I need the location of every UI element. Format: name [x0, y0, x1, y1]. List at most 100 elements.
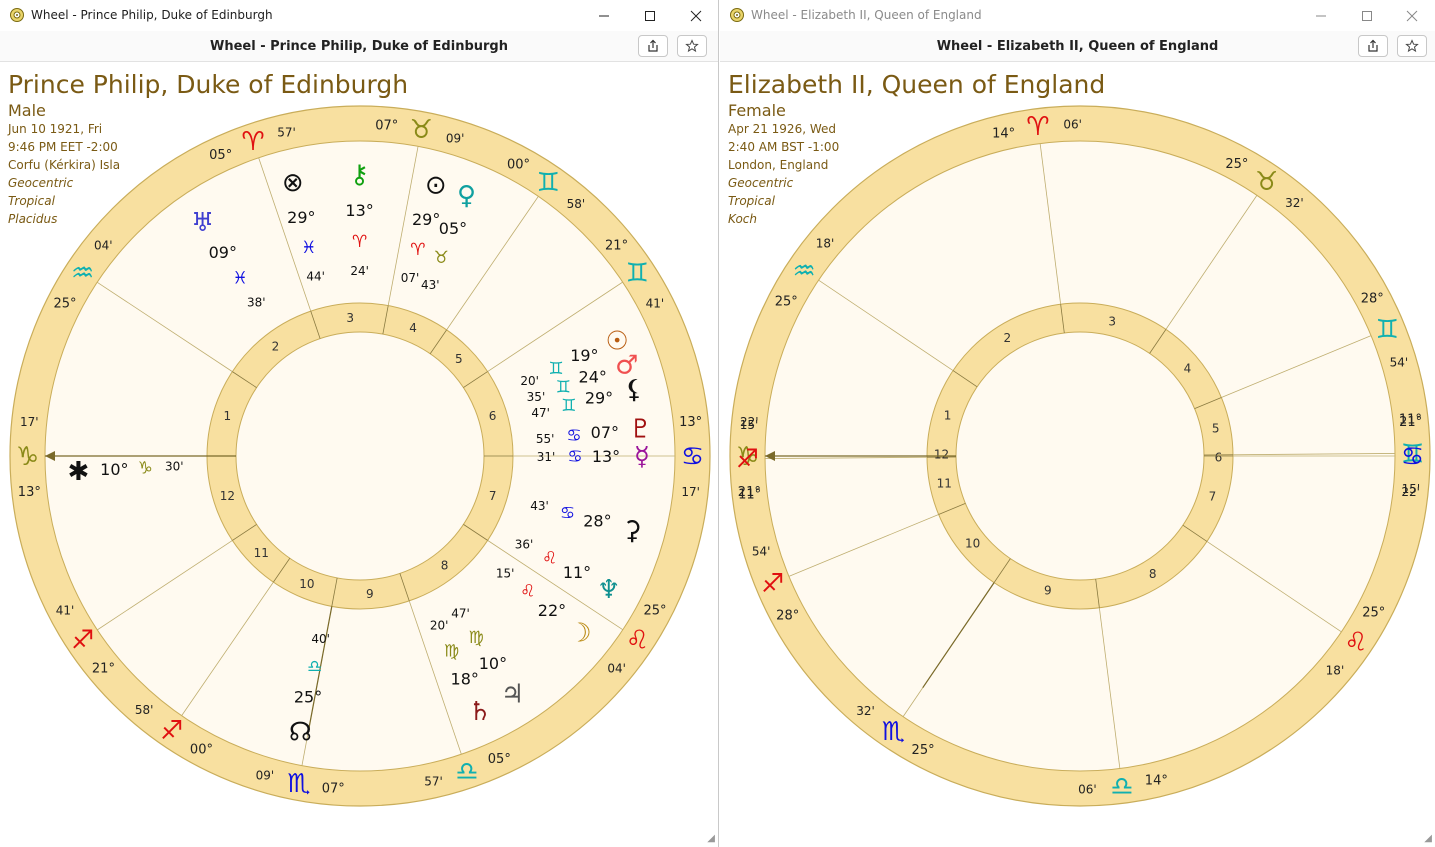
resize-grip-icon[interactable]: ◢ [1424, 833, 1432, 844]
maximize-button[interactable] [1344, 0, 1390, 31]
minimize-button[interactable] [1298, 0, 1344, 31]
window-title: Wheel - Prince Philip, Duke of Edinburgh [31, 8, 273, 22]
planet-sign-icon: ♓ [301, 238, 316, 258]
house-number: 4 [1184, 362, 1192, 376]
house-number: 8 [1149, 567, 1157, 581]
minimize-button[interactable] [581, 0, 627, 31]
cusp-sign-icon: ♋ [681, 442, 704, 472]
inner-center [235, 331, 485, 581]
inner-center [955, 331, 1205, 581]
cusp-sign-icon: ♏ [287, 769, 310, 799]
planet-degree: 07° [591, 423, 619, 442]
house-number: 8 [441, 559, 449, 573]
maximize-button[interactable] [627, 0, 673, 31]
planet-minute: 30' [165, 460, 184, 474]
cusp-minute: 22' [1401, 485, 1420, 499]
close-button[interactable] [1389, 0, 1435, 31]
planet-minute: 40' [311, 632, 330, 646]
planet-minute: 55' [536, 432, 555, 446]
cusp-degree: 14° [1145, 774, 1168, 789]
chart-window-elizabeth: Wheel - Elizabeth II, Queen of England W… [720, 0, 1435, 847]
zodiac-type: Tropical [728, 194, 775, 208]
planet-minute: 20' [520, 374, 539, 388]
cusp-minute: 58' [135, 703, 154, 717]
house-number: 2 [1003, 331, 1011, 345]
cusp-sign-icon: ♒ [71, 259, 94, 289]
cusp-minute: 32' [856, 704, 875, 718]
cusp-minute: 54' [1390, 356, 1409, 370]
cusp-degree: 21° [92, 661, 115, 676]
share-button[interactable] [1358, 35, 1388, 57]
planet-sign-icon: ♓ [232, 269, 247, 289]
planet-degree: 24° [579, 367, 607, 386]
zodiac-center: Geocentric [8, 176, 74, 190]
cusp-degree: 25° [912, 743, 935, 758]
house-number: 7 [1209, 489, 1217, 503]
planet-degree: 09° [209, 243, 237, 262]
cusp-sign-icon: ♎ [1110, 772, 1133, 802]
planet-sign-icon: ♈ [352, 232, 367, 252]
planet-icon: ☽ [568, 618, 591, 648]
gender: Male [8, 101, 46, 120]
house-number: 1 [224, 409, 232, 423]
planet-degree: 22° [538, 601, 566, 620]
planet-sign-icon: ♊ [556, 377, 571, 397]
planet-sign-icon: ♌ [542, 548, 557, 568]
cusp-degree: 00° [507, 158, 530, 173]
person-name: Prince Philip, Duke of Edinburgh [8, 70, 409, 99]
chart-header-title: Wheel - Elizabeth II, Queen of England [936, 39, 1219, 54]
cusp-sign-icon: ♎ [455, 757, 478, 787]
cusp-degree: 07° [322, 781, 345, 796]
planet-sign-icon: ♍ [444, 642, 459, 662]
chart-window-prince-philip: Wheel - Prince Philip, Duke of Edinburgh… [0, 0, 719, 847]
cusp-minute: 09' [446, 131, 465, 145]
favorite-button[interactable] [1397, 35, 1427, 57]
birth-place: Corfu (Kérkira) Isla [8, 158, 121, 172]
house-number: 11 [937, 477, 952, 491]
zodiac-center: Geocentric [728, 176, 794, 190]
planet-icon: ✱ [67, 457, 89, 487]
planet-sign-icon: ♎ [307, 657, 322, 677]
planet-sign-icon: ♋ [567, 447, 582, 467]
planet-degree: 28° [583, 511, 611, 530]
cusp-degree: 25° [1362, 606, 1385, 621]
star-icon [685, 39, 699, 53]
cusp-degree: 25° [643, 603, 666, 618]
house-number: 1 [944, 409, 952, 423]
planet-icon: ⊙ [425, 170, 447, 200]
cusp-minute: 58' [567, 197, 586, 211]
window-title: Wheel - Elizabeth II, Queen of England [751, 8, 982, 22]
share-button[interactable] [638, 35, 668, 57]
cusp-sign-icon: ♌ [1344, 628, 1367, 658]
cusp-degree: 00° [190, 742, 213, 757]
cusp-degree: 11° [738, 487, 761, 502]
house-number: 3 [1108, 314, 1116, 328]
cusp-sign-icon: ♉ [1255, 167, 1278, 197]
planet-sign-icon: ♊ [561, 396, 576, 416]
cusp-minute: 18' [1326, 663, 1345, 677]
close-button[interactable] [673, 0, 718, 31]
house-system: Koch [728, 212, 757, 226]
planet-icon: ☿ [634, 442, 650, 472]
planet-degree: 19° [570, 346, 598, 365]
app-icon [10, 8, 24, 22]
resize-grip-icon[interactable]: ◢ [707, 833, 715, 844]
chart-info: Prince Philip, Duke of Edinburgh Male Ju… [8, 68, 408, 228]
planet-degree: 05° [439, 219, 467, 238]
close-icon [1406, 10, 1418, 21]
cusp-minute: 32' [1285, 196, 1304, 210]
planet-icon: ♄ [468, 697, 491, 727]
planet-sign-icon: ♉ [434, 248, 449, 268]
cusp-degree: 25° [53, 297, 76, 312]
house-number: 6 [489, 409, 497, 423]
cusp-degree: 25° [1225, 157, 1248, 172]
cusp-degree: 05° [488, 752, 511, 767]
planet-minute: 15' [496, 566, 515, 580]
cusp-minute: 17' [681, 485, 700, 499]
cusp-minute: 04' [94, 239, 113, 253]
title-bar[interactable]: Wheel - Prince Philip, Duke of Edinburgh [0, 0, 718, 31]
favorite-button[interactable] [677, 35, 707, 57]
title-bar[interactable]: Wheel - Elizabeth II, Queen of England [720, 0, 1435, 31]
planet-sign-icon: ♍ [469, 628, 484, 648]
house-number: 5 [1212, 421, 1220, 435]
